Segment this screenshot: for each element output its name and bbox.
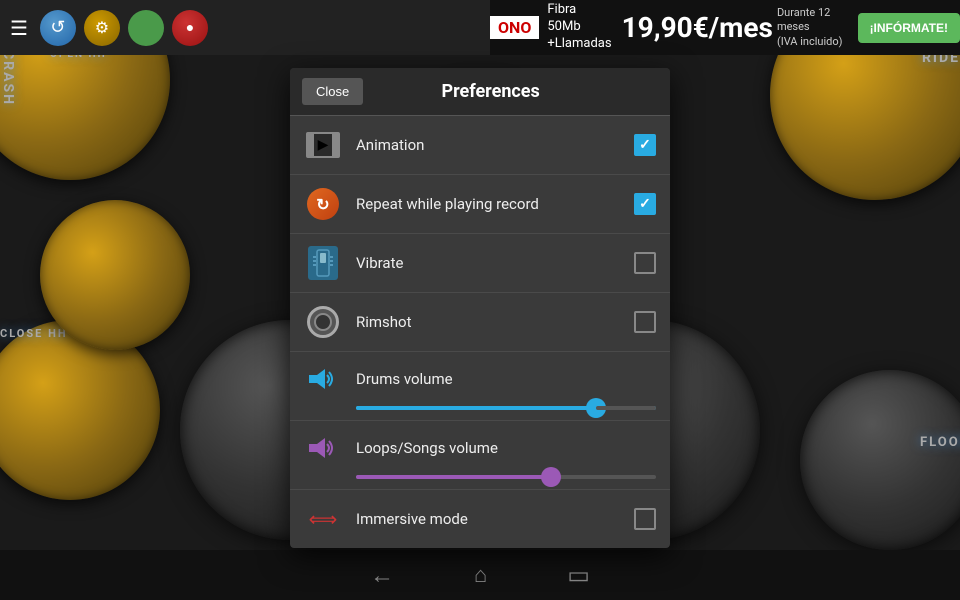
immersive-label: Immersive mode	[356, 510, 634, 528]
immersive-icon: ⟺	[304, 500, 342, 538]
rimshot-label: Rimshot	[356, 313, 634, 331]
repeat-checkbox[interactable]	[634, 193, 656, 215]
rimshot-checkbox[interactable]	[634, 311, 656, 333]
loops-volume-track[interactable]	[356, 475, 656, 479]
animation-checkbox[interactable]	[634, 134, 656, 156]
preferences-close-button[interactable]: Close	[302, 78, 363, 105]
drums-volume-section: Drums volume	[290, 352, 670, 421]
rimshot-circle-icon	[307, 306, 339, 338]
vibrate-label: Vibrate	[356, 254, 634, 272]
preferences-panel: Close Preferences ▶ Animation ↻ Repeat w…	[290, 68, 670, 548]
rimshot-row: Rimshot	[290, 293, 670, 352]
drums-volume-label: Drums volume	[356, 370, 656, 388]
loops-volume-section: Loops/Songs volume	[290, 421, 670, 490]
arrows-icon: ⟺	[309, 507, 338, 531]
repeat-icon: ↻	[304, 185, 342, 223]
drums-volume-icon	[304, 360, 342, 398]
animation-icon: ▶	[304, 126, 342, 164]
film-strip-icon: ▶	[306, 132, 340, 158]
loops-volume-icon	[304, 429, 342, 467]
rimshot-icon	[304, 303, 342, 341]
speaker-purple-icon	[307, 434, 339, 462]
modal-overlay: Close Preferences ▶ Animation ↻ Repeat w…	[0, 0, 960, 600]
loops-volume-label: Loops/Songs volume	[356, 439, 656, 457]
preferences-title: Preferences	[383, 81, 658, 102]
repeat-label: Repeat while playing record	[356, 195, 634, 213]
loops-volume-label-row: Loops/Songs volume	[304, 429, 656, 467]
speaker-blue-icon	[307, 365, 339, 393]
immersive-row: ⟺ Immersive mode	[290, 490, 670, 548]
animation-row: ▶ Animation	[290, 116, 670, 175]
loops-volume-thumb[interactable]	[541, 467, 561, 487]
preferences-header: Close Preferences	[290, 68, 670, 116]
repeat-row: ↻ Repeat while playing record	[290, 175, 670, 234]
vibrate-checkbox[interactable]	[634, 252, 656, 274]
immersive-checkbox[interactable]	[634, 508, 656, 530]
vibrate-phone-icon	[308, 246, 338, 280]
drums-volume-track[interactable]	[356, 406, 656, 410]
repeat-circle-icon: ↻	[307, 188, 339, 220]
animation-label: Animation	[356, 136, 634, 154]
drums-volume-label-row: Drums volume	[304, 360, 656, 398]
vibrate-icon	[304, 244, 342, 282]
vibrate-row: Vibrate	[290, 234, 670, 293]
